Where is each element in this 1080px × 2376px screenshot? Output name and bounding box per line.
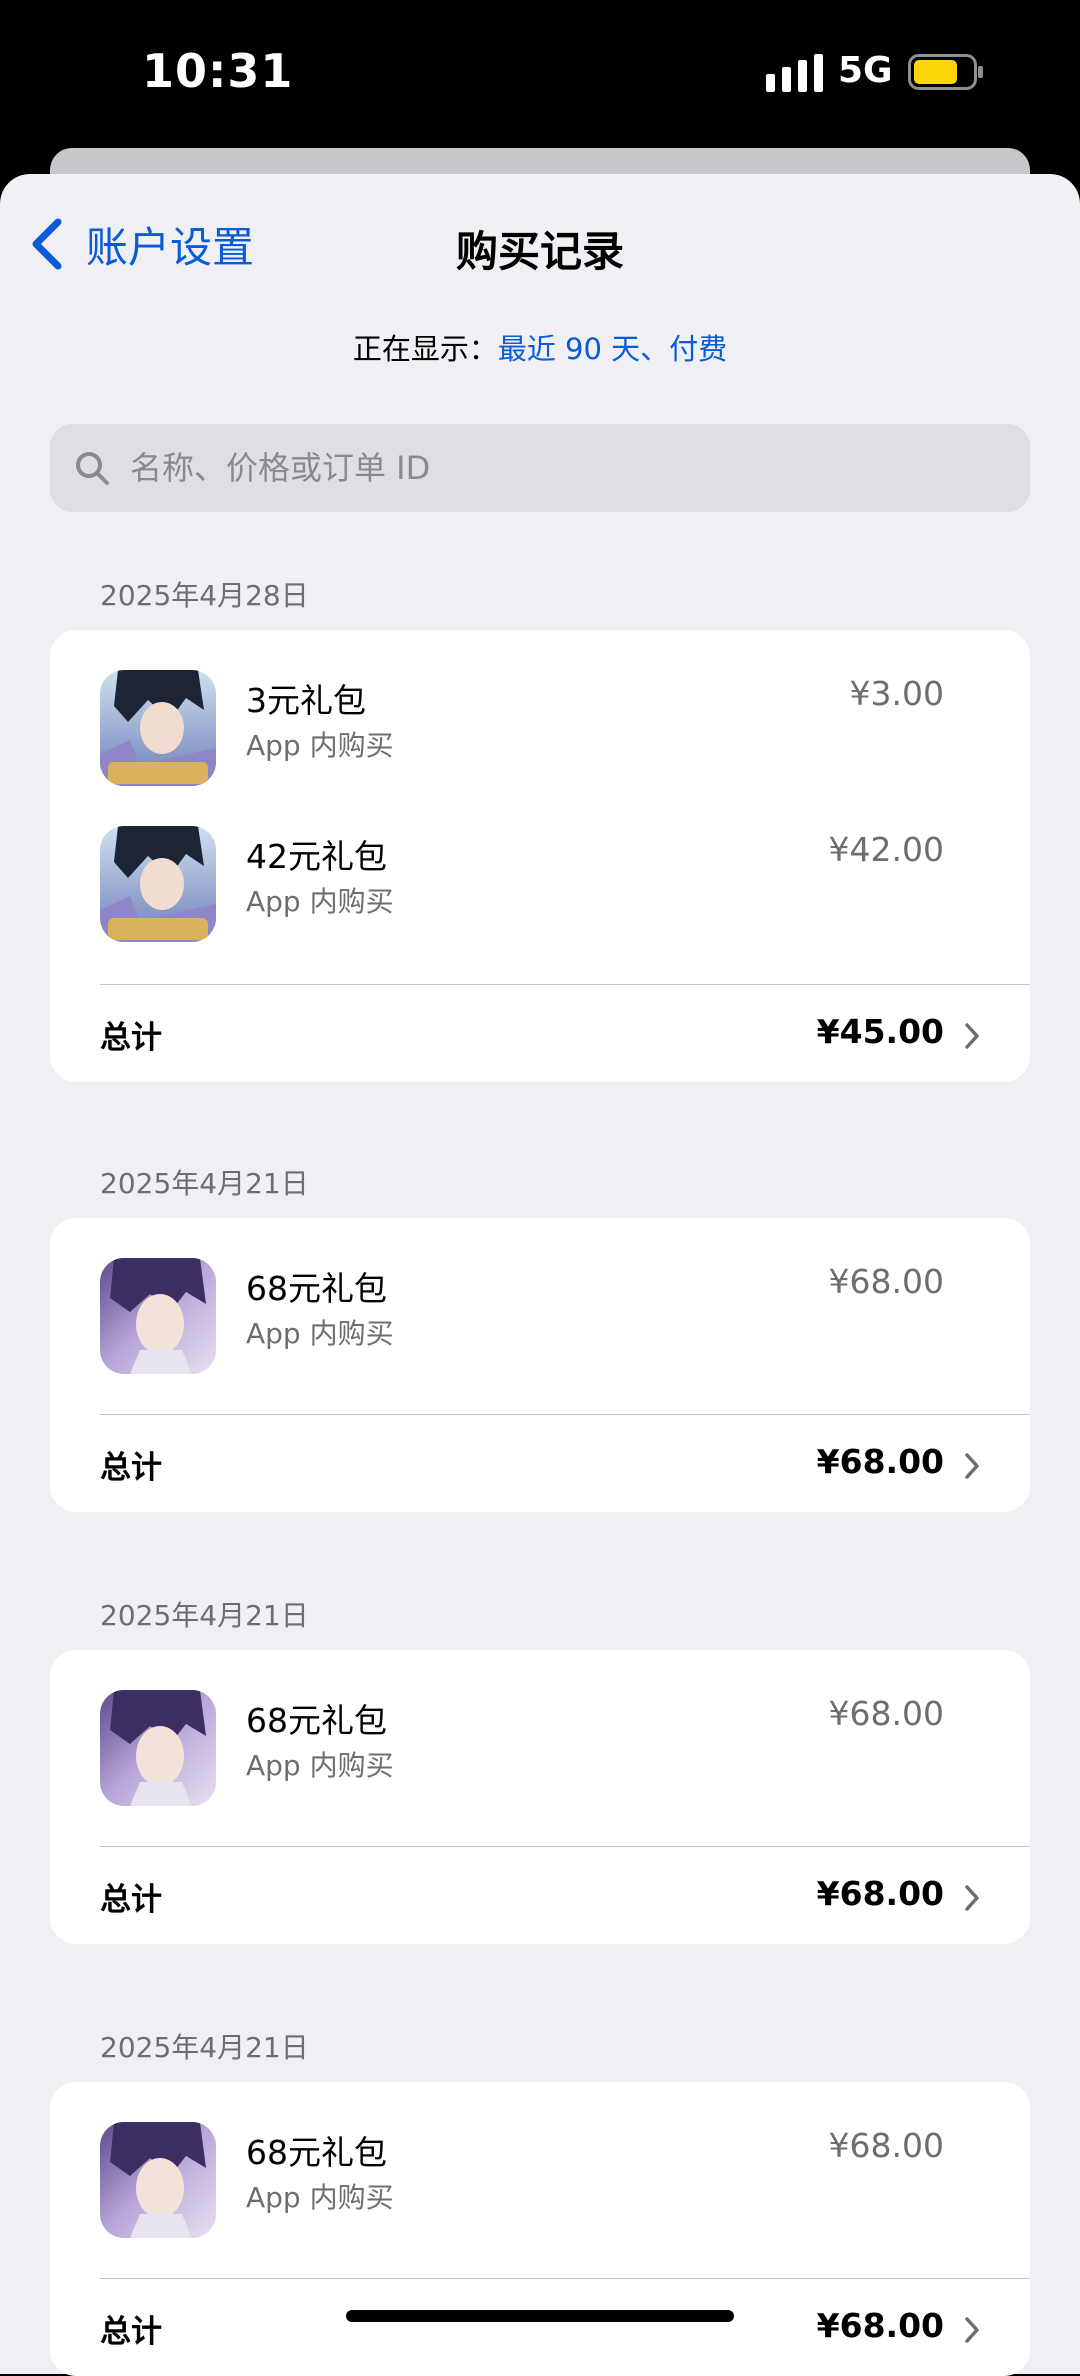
status-time: 10:31 bbox=[142, 44, 294, 98]
search-bar[interactable] bbox=[50, 424, 1030, 512]
app-icon bbox=[100, 670, 216, 786]
purchase-date: 2025年4月21日 bbox=[100, 1599, 309, 1632]
item-type: App 内购买 bbox=[246, 1317, 394, 1350]
app-icon bbox=[100, 1258, 216, 1374]
total-label: 总计 bbox=[100, 2314, 162, 2350]
search-input[interactable] bbox=[128, 448, 992, 488]
divider bbox=[100, 2278, 1030, 2279]
total-amount: ¥45.00 bbox=[816, 1012, 944, 1051]
filter-prefix: 正在显示： bbox=[352, 332, 498, 366]
app-icon bbox=[100, 1690, 216, 1806]
divider bbox=[100, 1846, 1030, 1847]
purchase-date: 2025年4月21日 bbox=[100, 2031, 309, 2064]
divider bbox=[100, 984, 1030, 985]
purchase-item[interactable]: 68元礼包 App 内购买 ¥68.00 bbox=[50, 1650, 1030, 1806]
item-name: 68元礼包 bbox=[246, 1701, 387, 1740]
total-row[interactable]: 总计 ¥68.00 bbox=[50, 1416, 1030, 1512]
network-type: 5G bbox=[838, 50, 893, 91]
chevron-right-icon bbox=[965, 1023, 979, 1049]
battery-icon bbox=[908, 54, 983, 90]
item-type: App 内购买 bbox=[246, 885, 394, 918]
purchase-date: 2025年4月21日 bbox=[100, 1167, 309, 1200]
item-price: ¥68.00 bbox=[828, 2126, 944, 2165]
item-price: ¥68.00 bbox=[828, 1262, 944, 1301]
total-row[interactable]: 总计 ¥45.00 bbox=[50, 986, 1030, 1082]
item-name: 3元礼包 bbox=[246, 681, 366, 720]
total-label: 总计 bbox=[100, 1450, 162, 1486]
chevron-right-icon bbox=[965, 1453, 979, 1479]
app-icon bbox=[100, 826, 216, 942]
total-label: 总计 bbox=[100, 1882, 162, 1918]
purchase-item[interactable]: 42元礼包 App 内购买 ¥42.00 bbox=[50, 786, 1030, 942]
item-type: App 内购买 bbox=[246, 1749, 394, 1782]
total-amount: ¥68.00 bbox=[816, 2306, 944, 2345]
chevron-right-icon bbox=[965, 2317, 979, 2343]
item-price: ¥42.00 bbox=[828, 830, 944, 869]
total-row[interactable]: 总计 ¥68.00 bbox=[50, 1848, 1030, 1944]
item-price: ¥68.00 bbox=[828, 1694, 944, 1733]
divider bbox=[100, 1414, 1030, 1415]
total-amount: ¥68.00 bbox=[816, 1874, 944, 1913]
purchase-card: 3元礼包 App 内购买 ¥3.00 42元礼包 App 内购买 ¥42.00 bbox=[50, 630, 1030, 1082]
item-price: ¥3.00 bbox=[849, 674, 944, 713]
purchase-item[interactable]: 68元礼包 App 内购买 ¥68.00 bbox=[50, 1218, 1030, 1374]
status-bar: 10:31 5G bbox=[0, 0, 1080, 150]
app-icon bbox=[100, 2122, 216, 2238]
purchase-history-sheet: 账户设置 购买记录 正在显示：最近 90 天、付费 2025年4月28日 bbox=[0, 174, 1080, 2376]
item-name: 42元礼包 bbox=[246, 837, 387, 876]
purchase-card: 68元礼包 App 内购买 ¥68.00 总计 ¥68.00 bbox=[50, 2082, 1030, 2376]
item-type: App 内购买 bbox=[246, 2181, 394, 2214]
purchase-card: 68元礼包 App 内购买 ¥68.00 总计 ¥68.00 bbox=[50, 1650, 1030, 1944]
home-indicator[interactable] bbox=[346, 2310, 734, 2322]
filter-row: 正在显示：最近 90 天、付费 bbox=[0, 326, 1080, 368]
total-row[interactable]: 总计 ¥68.00 bbox=[50, 2280, 1030, 2376]
total-label: 总计 bbox=[100, 1020, 162, 1056]
purchase-date: 2025年4月28日 bbox=[100, 579, 309, 612]
search-icon bbox=[76, 452, 109, 485]
item-type: App 内购买 bbox=[246, 729, 394, 762]
purchase-item[interactable]: 3元礼包 App 内购买 ¥3.00 bbox=[50, 630, 1030, 786]
purchase-item[interactable]: 68元礼包 App 内购买 ¥68.00 bbox=[50, 2082, 1030, 2238]
item-name: 68元礼包 bbox=[246, 1269, 387, 1308]
item-name: 68元礼包 bbox=[246, 2133, 387, 2172]
filter-selector[interactable]: 最近 90 天、付费 bbox=[498, 332, 727, 366]
purchase-card: 68元礼包 App 内购买 ¥68.00 总计 ¥68.00 bbox=[50, 1218, 1030, 1512]
total-amount: ¥68.00 bbox=[816, 1442, 944, 1481]
cellular-signal-icon bbox=[766, 54, 823, 92]
page-title: 购买记录 bbox=[455, 227, 624, 276]
chevron-right-icon bbox=[965, 1885, 979, 1911]
